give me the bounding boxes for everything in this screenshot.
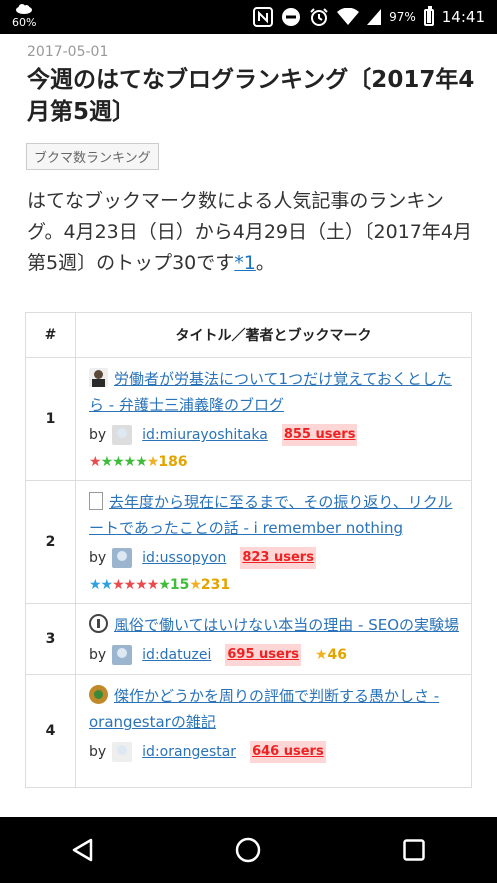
post-date: 2017-05-01 [27,44,109,60]
user-avatar-icon[interactable] [112,645,133,665]
home-icon [236,837,261,863]
table-row: 4 傑作かどうかを周りの評価で判断する愚かしさ - orangestarの雑記 … [25,674,472,788]
header-title: タイトル／著者とブックマーク [75,312,472,358]
bookmark-users-badge[interactable]: 855 users [281,424,358,446]
star-row: ★★★★★★186 [89,452,459,472]
category-tag[interactable]: ブクマ数ランキング [26,143,159,170]
user-avatar-icon[interactable] [112,742,133,762]
byline: by id:datuzei 695 users ★46 [89,644,459,666]
do-not-disturb-icon [281,7,301,27]
battery-icon [423,5,434,26]
user-avatar-icon[interactable] [112,548,133,568]
by-label: by [89,427,107,443]
page-title[interactable]: 今週のはてなブログランキング〔2017年4月第5週〕 [27,64,477,128]
article-content: 2017-05-01 今週のはてなブログランキング〔2017年4月第5週〕 ブク… [0,34,497,817]
rank-number: 3 [25,603,76,675]
table-row: 3 風俗で働いてはいけない本当の理由 - SEOの実験場 by id:datuz… [25,603,472,675]
entry-title: 風俗で働いてはいけない本当の理由 - SEOの実験場 [89,612,459,638]
star-row: ★46 [315,644,347,666]
blog-favicon-icon [89,685,108,704]
star-count: 46 [327,647,348,663]
blog-favicon-icon [89,368,108,387]
star-count: 231 [200,577,231,593]
table-row: 1 労働者が労基法について1つだけ覚えておくとしたら - 弁護士三浦義隆のブログ… [25,357,472,481]
alarm-icon [309,7,329,27]
by-label: by [89,744,107,760]
ranking-table: # タイトル／著者とブックマーク 1 労働者が労基法について1つだけ覚えておくと… [25,312,472,788]
back-icon [72,838,93,862]
nfc-icon [253,7,274,27]
byline: by id:miurayoshitaka 855 users [89,424,459,446]
entry-link[interactable]: 傑作かどうかを周りの評価で判断する愚かしさ - orangestarの雑記 [89,687,439,731]
article-description: はてなブックマーク数による人気記事のランキング。4月23日（日）から4月29日（… [27,186,477,279]
entry-cell: 労働者が労基法について1つだけ覚えておくとしたら - 弁護士三浦義隆のブログ b… [75,357,472,481]
battery-percent: 97% [389,10,416,24]
recents-icon [403,839,425,861]
clock: 14:41 [441,8,485,26]
user-avatar-icon[interactable] [112,425,133,445]
yellow-star-icon: ★ [314,647,328,663]
entry-link[interactable]: 風俗で働いてはいけない本当の理由 - SEOの実験場 [114,616,459,634]
table-row: 2 去年度から現在に至るまで、その振り返り、リクルートであったことの話 - i … [25,480,472,604]
yellow-star-icon: ★ [146,454,160,470]
bookmark-users-badge[interactable]: 695 users [225,644,301,666]
red-star-icon: ★★★★ [112,577,159,593]
footnote-link[interactable]: *1 [234,252,256,274]
byline: by id:ussopyon 823 users [89,547,459,569]
red-star-icon: ★ [89,454,102,470]
byline: by id:orangestar 646 users [89,741,459,763]
entry-cell: 風俗で働いてはいけない本当の理由 - SEOの実験場 by id:datuzei… [75,603,472,675]
green-star-count: 15 [169,577,190,593]
by-label: by [89,647,107,663]
entry-title: 労働者が労基法について1つだけ覚えておくとしたら - 弁護士三浦義隆のブログ [89,366,459,418]
user-id-link[interactable]: id:ussopyon [142,547,226,569]
table-header-row: # タイトル／著者とブックマーク [25,312,472,358]
bookmark-users-badge[interactable]: 646 users [250,741,326,763]
bookmark-users-badge[interactable]: 823 users [240,547,316,569]
green-star-icon: ★★★★ [100,454,148,470]
cloud-rain-icon [16,4,32,14]
by-label: by [89,550,107,566]
entry-link[interactable]: 労働者が労基法について1つだけ覚えておくとしたら - 弁護士三浦義隆のブログ [89,370,452,414]
user-id-link[interactable]: id:miurayoshitaka [142,424,268,446]
rank-number: 2 [25,480,76,604]
rank-number: 4 [25,674,76,788]
document-icon [89,492,103,510]
entry-cell: 去年度から現在に至るまで、その振り返り、リクルートであったことの話 - i re… [75,480,472,604]
star-count: 186 [158,454,188,470]
user-id-link[interactable]: id:datuzei [142,644,211,666]
header-rank: # [25,312,76,358]
description-end: 。 [255,252,275,274]
entry-cell: 傑作かどうかを周りの評価で判断する愚かしさ - orangestarの雑記 by… [75,674,472,788]
user-id-link[interactable]: id:orangestar [142,741,236,763]
star-row: ★★★★★★★15★231 [89,575,459,595]
recents-button[interactable] [384,825,444,875]
wifi-icon [337,8,360,26]
weather-percent: 60% [12,16,37,29]
entry-title: 去年度から現在に至るまで、その振り返り、リクルートであったことの話 - i re… [89,489,459,541]
back-button[interactable] [53,825,113,875]
blog-favicon-icon [89,614,108,633]
entry-link[interactable]: 去年度から現在に至るまで、その振り返り、リクルートであったことの話 - i re… [89,493,452,537]
yellow-star-icon: ★ [189,577,202,593]
green-star-icon: ★ [158,577,171,593]
status-bar: 60% 97% 14:41 [0,0,497,34]
home-button[interactable] [218,825,278,875]
entry-title: 傑作かどうかを周りの評価で判断する愚かしさ - orangestarの雑記 [89,683,459,735]
weather-indicator: 60% [12,4,36,29]
blue-star-icon: ★★ [89,577,113,593]
rank-number: 1 [25,357,76,481]
signal-icon [367,9,382,25]
system-nav-bar [0,817,497,883]
